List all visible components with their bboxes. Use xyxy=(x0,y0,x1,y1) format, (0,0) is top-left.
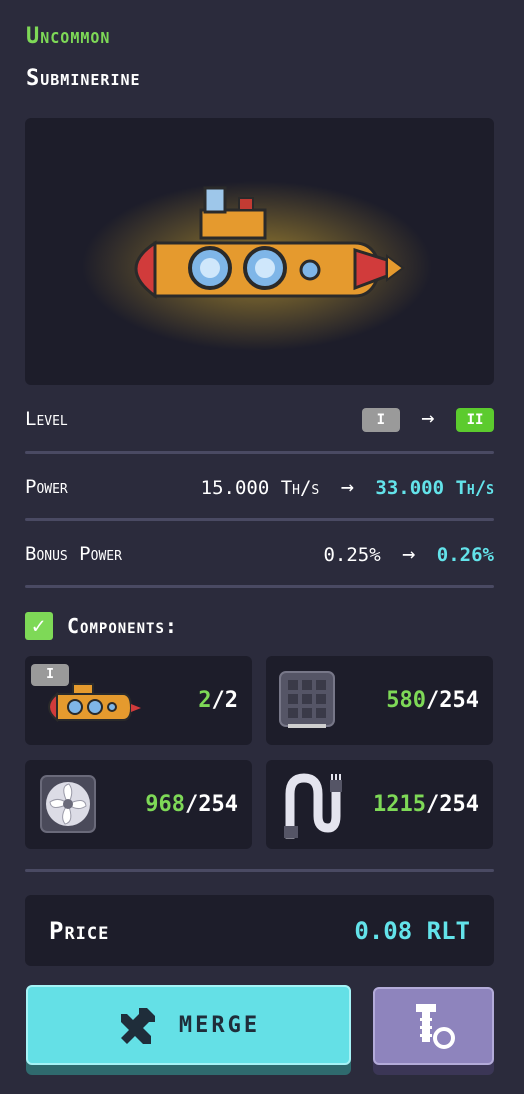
level-row: Level I → II xyxy=(25,403,494,435)
price-label: Price xyxy=(49,916,110,945)
component-count: 1215/254 xyxy=(373,792,479,817)
component-card-circuit-board[interactable]: 580/254 xyxy=(266,656,493,745)
bonus-power-to: 0.26% xyxy=(436,543,494,566)
divider xyxy=(25,518,494,521)
merge-button[interactable]: MERGE xyxy=(26,985,351,1065)
component-card-submarine[interactable]: I 2/2 xyxy=(25,656,252,745)
miner-name: Subminerine xyxy=(26,66,141,91)
divider xyxy=(25,451,494,454)
component-card-cable[interactable]: 1215/254 xyxy=(266,760,493,849)
power-from: 15.000 Th/s xyxy=(200,476,320,499)
component-count: 2/2 xyxy=(198,688,238,713)
bonus-power-row: Bonus Power 0.25% → 0.26% xyxy=(25,538,494,570)
submarine-icon xyxy=(82,181,432,351)
level-from-badge: I xyxy=(361,407,400,432)
screw-icon xyxy=(415,1004,455,1049)
components-label: Components: xyxy=(67,614,178,638)
price-value: 0.08 RLT xyxy=(354,916,470,945)
wrench-icon xyxy=(120,1008,155,1044)
bonus-power-label: Bonus Power xyxy=(25,543,122,565)
rarity-label: Uncommon xyxy=(26,24,111,49)
circuit-board-icon xyxy=(279,671,335,728)
divider xyxy=(25,585,494,588)
component-card-fan[interactable]: 968/254 xyxy=(25,760,252,849)
components-checkbox[interactable]: ✓ xyxy=(25,612,53,640)
miner-image xyxy=(25,118,494,385)
bonus-power-from: 0.25% xyxy=(323,543,381,566)
arrow-right-icon: → xyxy=(402,541,416,567)
cable-icon xyxy=(284,773,342,839)
divider xyxy=(25,869,494,872)
component-level-badge: I xyxy=(31,664,69,686)
arrow-right-icon: → xyxy=(421,406,435,432)
power-label: Power xyxy=(25,476,68,498)
price-panel: Price 0.08 RLT xyxy=(25,895,494,966)
arrow-right-icon: → xyxy=(340,474,354,500)
power-row: Power 15.000 Th/s → 33.000 Th/s xyxy=(25,471,494,503)
level-label: Level xyxy=(25,408,68,430)
fan-icon xyxy=(40,775,96,833)
power-to: 33.000 Th/s xyxy=(375,476,494,499)
tool-button[interactable] xyxy=(373,987,494,1065)
level-to-badge: II xyxy=(456,407,494,432)
component-count: 968/254 xyxy=(145,792,238,817)
component-count: 580/254 xyxy=(386,688,479,713)
components-header: ✓ Components: xyxy=(25,612,178,640)
merge-label: MERGE xyxy=(178,1012,261,1038)
